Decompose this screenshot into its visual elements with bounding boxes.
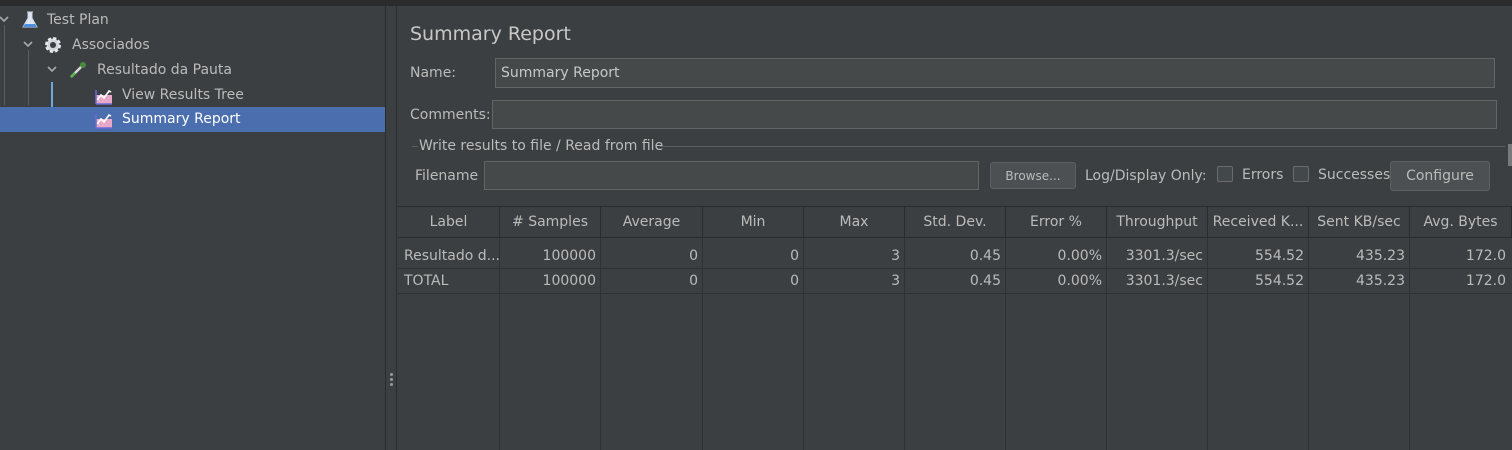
cell-label: TOTAL — [404, 273, 449, 289]
tree-item-label: Summary Report — [122, 111, 241, 127]
divider-grip-dot — [390, 383, 393, 386]
column-header-avg-bytes[interactable]: Avg. Bytes — [1410, 206, 1512, 238]
tree-item-label: Test Plan — [47, 12, 109, 28]
divider-grip-dot — [390, 373, 393, 376]
cell-label: Resultado d... — [404, 248, 499, 264]
group-border — [412, 146, 418, 147]
column-header-max[interactable]: Max — [804, 206, 905, 238]
browse-button[interactable]: Browse... — [990, 162, 1076, 189]
successes-checkbox[interactable] — [1293, 166, 1309, 182]
column-header-std-dev[interactable]: Std. Dev. — [905, 206, 1006, 238]
tree-item-summary-report[interactable]: Summary Report — [0, 107, 385, 132]
tree-item-test-plan[interactable]: Test Plan — [0, 8, 385, 33]
summary-report-panel: Summary Report Name: Summary Report Comm… — [398, 6, 1512, 450]
cell-avg-bytes: 172.0 — [1465, 248, 1506, 264]
chevron-down-icon[interactable] — [45, 63, 59, 77]
column-header-error-percent[interactable]: Error % — [1006, 206, 1107, 238]
test-plan-tree[interactable]: Test Plan Associados Resultado da Pauta — [0, 6, 385, 450]
name-label: Name: — [410, 65, 457, 81]
cell-throughput: 3301.3/sec — [1125, 248, 1203, 264]
tree-item-associados[interactable]: Associados — [0, 33, 385, 58]
graph-listener-icon — [94, 110, 114, 130]
file-group-label: Write results to file / Read from file — [419, 138, 664, 154]
cell-average: 0 — [689, 273, 698, 289]
tree-item-view-results-tree[interactable]: View Results Tree — [0, 83, 385, 108]
page-title: Summary Report — [410, 23, 571, 45]
comments-field[interactable] — [492, 100, 1497, 129]
cell-std-dev: 0.45 — [969, 248, 1001, 264]
successes-label: Successes — [1318, 167, 1391, 183]
cell-avg-bytes: 172.0 — [1465, 273, 1506, 289]
cell-min: 0 — [790, 248, 799, 264]
column-header-sent-kb[interactable]: Sent KB/sec — [1309, 206, 1410, 238]
tree-item-label: Associados — [72, 37, 150, 53]
comments-label: Comments: — [410, 107, 491, 123]
panel-scroll-edge — [1508, 144, 1512, 166]
cell-sent-kb: 435.23 — [1356, 248, 1405, 264]
filename-label: Filename — [415, 168, 479, 184]
configure-button[interactable]: Configure — [1390, 161, 1490, 191]
column-header-label[interactable]: Label — [398, 206, 500, 238]
cell-average: 0 — [689, 248, 698, 264]
column-header-received-kb[interactable]: Received K... — [1208, 206, 1309, 238]
chevron-down-icon[interactable] — [21, 38, 35, 52]
cell-max: 3 — [891, 248, 900, 264]
column-header-average[interactable]: Average — [601, 206, 703, 238]
errors-label: Errors — [1242, 167, 1284, 183]
name-field[interactable]: Summary Report — [495, 58, 1495, 88]
pipette-icon — [68, 60, 88, 80]
cell-throughput: 3301.3/sec — [1125, 273, 1203, 289]
cell-samples: 100000 — [542, 273, 596, 289]
column-header-throughput[interactable]: Throughput — [1107, 206, 1208, 238]
log-display-only-label: Log/Display Only: — [1085, 168, 1207, 184]
tree-item-label: Resultado da Pauta — [97, 62, 232, 78]
flask-icon — [20, 10, 40, 30]
tree-item-resultado-da-pauta[interactable]: Resultado da Pauta — [0, 58, 385, 83]
cell-sent-kb: 435.23 — [1356, 273, 1405, 289]
group-border — [660, 146, 1505, 147]
cell-std-dev: 0.45 — [969, 273, 1001, 289]
cell-samples: 100000 — [542, 248, 596, 264]
results-table[interactable]: Label # Samples Average Min Max Std. Dev… — [398, 206, 1512, 450]
chevron-down-icon[interactable] — [0, 13, 11, 27]
errors-checkbox[interactable] — [1217, 166, 1233, 182]
column-header-min[interactable]: Min — [703, 206, 804, 238]
name-field-value: Summary Report — [501, 65, 620, 81]
cell-min: 0 — [790, 273, 799, 289]
cell-received-kb: 554.52 — [1255, 273, 1304, 289]
filename-field[interactable] — [484, 161, 979, 190]
row-divider — [398, 293, 1512, 294]
cell-error-percent: 0.00% — [1057, 273, 1102, 289]
column-header-samples[interactable]: # Samples — [500, 206, 601, 238]
cell-max: 3 — [891, 273, 900, 289]
cell-received-kb: 554.52 — [1255, 248, 1304, 264]
gear-icon — [43, 35, 63, 55]
divider-grip-dot — [390, 378, 393, 381]
graph-listener-icon — [94, 86, 114, 106]
cell-error-percent: 0.00% — [1057, 248, 1102, 264]
tree-item-label: View Results Tree — [122, 87, 244, 103]
split-pane-divider[interactable] — [385, 6, 397, 450]
